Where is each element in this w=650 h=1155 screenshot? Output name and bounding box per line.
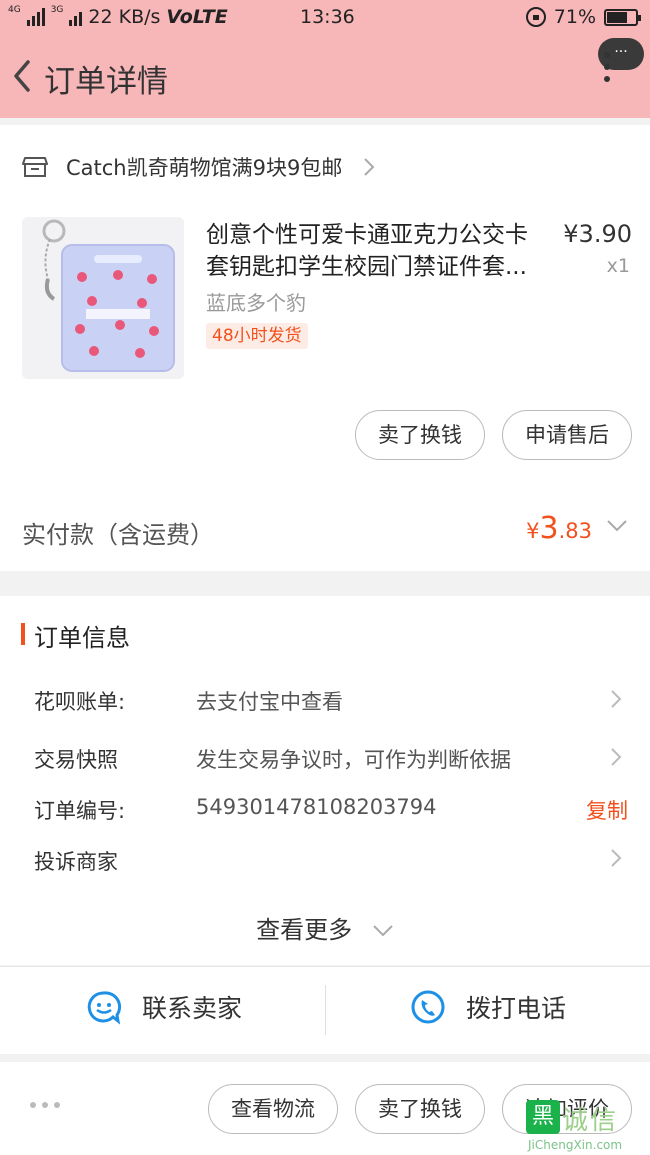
- chevron-right-icon[interactable]: [610, 689, 622, 709]
- paid-amount: ¥3.83: [526, 511, 592, 546]
- order-number-label: 订单编号:: [34, 799, 126, 823]
- section-accent-bar: [21, 623, 25, 645]
- shipping-tag: 48小时发货: [206, 323, 308, 349]
- paid-amount-label: 实付款（含运费）: [22, 521, 214, 549]
- kebab-menu-icon[interactable]: [598, 52, 616, 92]
- amount-decimal: .83: [558, 519, 592, 543]
- chevron-down-icon: [373, 925, 393, 937]
- store-name[interactable]: Catch凯奇萌物馆满9块9包邮: [66, 152, 342, 182]
- contact-seller-button[interactable]: 联系卖家: [86, 989, 242, 1025]
- order-number-value: 549301478108203794: [196, 795, 437, 819]
- rotation-lock-icon: [525, 7, 546, 27]
- product-sku: 蓝底多个豹: [206, 291, 306, 315]
- order-info-card: 订单信息 花呗账单: 去支付宝中查看 交易快照 发生交易争议时，可作为判断依据 …: [0, 596, 650, 965]
- more-actions-icon[interactable]: [30, 1102, 60, 1108]
- product-qty: x1: [606, 255, 630, 277]
- sell-for-cash-button-bottom[interactable]: 卖了换钱: [355, 1084, 485, 1134]
- product-title-line1: 创意个性可爱卡通亚克力公交卡: [206, 222, 528, 248]
- store-row[interactable]: Catch凯奇萌物馆满9块9包邮: [22, 149, 376, 185]
- chevron-right-icon[interactable]: [610, 848, 622, 868]
- page-title: 订单详情: [44, 64, 168, 100]
- snapshot-label: 交易快照: [34, 748, 118, 772]
- signal-icon-2: [69, 8, 83, 26]
- status-right: 71%: [525, 6, 641, 28]
- top-bar: 4G 3G 22 KB/s VoLTE 13:36 71% 订单详情 ···: [0, 0, 650, 118]
- chat-icon: [87, 991, 122, 1025]
- contact-bar: 联系卖家 拨打电话: [0, 966, 650, 1054]
- contact-divider: [325, 985, 326, 1035]
- complain-label[interactable]: 投诉商家: [34, 846, 118, 876]
- huabei-value[interactable]: 去支付宝中查看: [196, 686, 343, 716]
- copy-button[interactable]: 复制: [586, 795, 628, 825]
- watermark-logo: 黑: [526, 1100, 560, 1134]
- see-more-label: 查看更多: [256, 916, 353, 944]
- snapshot-value[interactable]: 发生交易争议时，可作为判断依据: [196, 744, 511, 774]
- store-icon: [22, 157, 48, 177]
- view-logistics-button[interactable]: 查看物流: [208, 1084, 338, 1134]
- watermark-text-en: JiChengXin.com: [528, 1138, 623, 1152]
- call-phone-button[interactable]: 拨打电话: [410, 989, 566, 1025]
- nav-header: 订单详情: [0, 44, 650, 108]
- status-bar: 4G 3G 22 KB/s VoLTE 13:36 71%: [0, 0, 650, 34]
- battery-fill: [607, 11, 627, 23]
- network-3g-label: 3G: [50, 5, 64, 15]
- request-aftersale-button[interactable]: 申请售后: [502, 410, 632, 460]
- watermark-text-cn: 诚信: [562, 1106, 619, 1136]
- battery-percent: 71%: [553, 6, 596, 28]
- chevron-down-icon[interactable]: [606, 519, 628, 533]
- order-info-title: 订单信息: [34, 624, 130, 652]
- product-price: ¥3.90: [563, 220, 632, 248]
- product-title-line2: 套钥匙扣学生校园门禁证件套...: [206, 254, 527, 280]
- order-item-card: Catch凯奇萌物馆满9块9包邮 创意个性可爱卡通亚克力公交卡 套钥匙扣学生校园…: [0, 125, 650, 571]
- network-4g-label: 4G: [8, 5, 21, 15]
- back-icon[interactable]: [8, 56, 38, 96]
- status-time: 13:36: [300, 6, 355, 28]
- product-image[interactable]: [22, 217, 184, 379]
- chevron-right-icon[interactable]: [610, 747, 622, 767]
- chevron-right-icon: [364, 158, 375, 176]
- keychain-card-image: [22, 217, 184, 379]
- signal-icon: [26, 8, 45, 26]
- see-more-button[interactable]: 查看更多: [0, 910, 650, 945]
- contact-seller-label: 联系卖家: [142, 994, 243, 1023]
- network-speed: 22 KB/s: [88, 6, 161, 28]
- volte-label: VoLTE: [166, 6, 228, 28]
- status-left: 4G 3G 22 KB/s VoLTE: [8, 5, 228, 28]
- phone-icon: [411, 990, 445, 1024]
- huabei-label: 花呗账单:: [34, 690, 126, 714]
- battery-icon: [604, 8, 641, 26]
- site-watermark: 黑 诚信 JiChengXin.com: [526, 1100, 644, 1152]
- product-title[interactable]: 创意个性可爱卡通亚克力公交卡 套钥匙扣学生校园门禁证件套...: [206, 219, 536, 283]
- call-phone-label: 拨打电话: [466, 994, 567, 1023]
- currency-symbol: ¥: [526, 519, 540, 543]
- sell-for-cash-button[interactable]: 卖了换钱: [355, 410, 485, 460]
- amount-integer: 3: [539, 511, 559, 546]
